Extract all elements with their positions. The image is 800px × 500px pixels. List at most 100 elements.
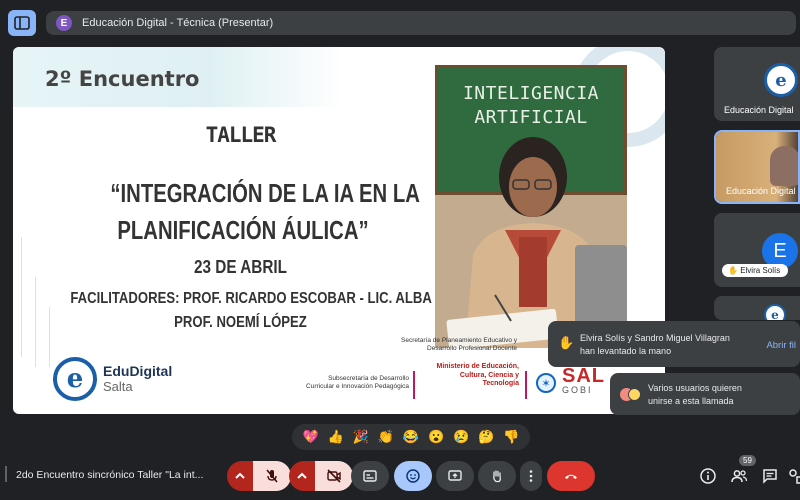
mic-off-icon — [266, 469, 278, 483]
meet-window: E Educación Digital - Técnica (Presentar… — [0, 0, 800, 500]
edudigital-logo: e EduDigital Salta — [53, 357, 172, 401]
reaction-laugh[interactable]: 😂 — [401, 427, 421, 447]
participant-tile[interactable]: E ✋ Elvira Solís — [714, 213, 800, 287]
participants-count-badge: 59 — [739, 455, 756, 466]
camera-options-button[interactable] — [289, 461, 315, 491]
participant-name-pill: ✋ Elvira Solís — [722, 264, 789, 277]
edudigital-logo-city: Salta — [103, 379, 133, 394]
raise-hand-button[interactable] — [478, 461, 516, 491]
top-bar: E Educación Digital - Técnica (Presentar… — [0, 0, 800, 44]
presenter-avatar: E — [56, 15, 72, 31]
requester-avatars — [620, 385, 642, 403]
join-requests-line: Varios usuarios quieren — [648, 383, 742, 393]
reaction-heart[interactable]: 💖 — [301, 427, 321, 447]
slide-facilitators: FACILITADORES: PROF. RICARDO ESCOBAR - L… — [70, 287, 483, 335]
participant-name: Educación Digital — [724, 105, 794, 115]
reaction-thinking[interactable]: 🤔 — [476, 427, 496, 447]
reaction-party[interactable]: 🎉 — [351, 427, 371, 447]
credit-ministerio: Ministerio de Educación, Cultura, Cienci… — [436, 363, 519, 387]
chevron-up-icon — [235, 472, 245, 479]
present-icon — [448, 470, 462, 481]
slide-encuentro-label: 2º Encuentro — [45, 67, 200, 91]
slide-title: “INTEGRACIÓN DE LA IA EN LA PLANIFICACIÓ… — [110, 175, 420, 249]
chalkboard-text: INTELIGENCIA ARTIFICIAL — [438, 82, 624, 130]
reaction-thumbs-up[interactable]: 👍 — [326, 427, 346, 447]
people-icon — [731, 470, 748, 483]
meeting-title: 2do Encuentro sincrónico Taller "La int.… — [16, 469, 204, 481]
decorative-line — [35, 277, 36, 367]
captions-icon — [363, 470, 377, 482]
mic-options-button[interactable] — [227, 461, 253, 491]
raised-hands-text: Elvira Solís y Sandro Miguel Villagran h… — [580, 332, 760, 358]
edudigital-logo-mark: e — [53, 357, 97, 401]
credit-separator — [413, 371, 415, 399]
activities-button[interactable] — [786, 466, 800, 486]
facilitators-line: FACILITADORES: PROF. RICARDO ESCOBAR - L… — [70, 290, 483, 307]
mic-toggle-button[interactable] — [253, 461, 291, 491]
reaction-sad[interactable]: 😢 — [451, 427, 471, 447]
more-options-button[interactable] — [520, 461, 542, 491]
reactions-button[interactable] — [394, 461, 432, 491]
salta-logo-text: SAL GOBI — [562, 365, 605, 397]
camera-toggle-button[interactable] — [315, 461, 353, 491]
participant-tile-active[interactable]: Educación Digital — [714, 130, 800, 204]
hang-up-icon — [565, 474, 577, 479]
emoji-icon — [406, 469, 420, 483]
teacher-illustration — [446, 137, 627, 348]
reaction-clap[interactable]: 👏 — [376, 427, 396, 447]
people-button[interactable] — [729, 466, 749, 486]
presenter-banner[interactable]: E Educación Digital - Técnica (Presentar… — [46, 11, 796, 35]
open-queue-link[interactable]: Abrir fil — [766, 340, 796, 351]
more-vertical-icon — [529, 470, 533, 482]
raised-hand-icon: ✋ — [728, 266, 741, 275]
decorative-line — [49, 307, 50, 367]
reaction-surprised[interactable]: 😮 — [426, 427, 446, 447]
present-screen-button[interactable] — [436, 461, 474, 491]
salta-emblem-icon: ✶ — [536, 373, 556, 393]
salta-logo-name: SAL — [562, 365, 605, 387]
join-requests-line: unirse a esta llamada — [648, 396, 734, 406]
chalkboard-line: INTELIGENCIA — [462, 83, 600, 104]
credit-secretaria: Secretaría de Planeamiento Educativo y D… — [401, 337, 517, 352]
slide-title-line: “INTEGRACIÓN DE LA IA EN LA — [110, 178, 420, 208]
slide-taller-label: TALLER — [205, 123, 277, 147]
participant-tile[interactable]: e — [714, 296, 800, 320]
join-requests-text: Varios usuarios quieren unirse a esta ll… — [648, 382, 742, 408]
decorative-line — [21, 237, 22, 357]
leave-call-button[interactable] — [547, 461, 595, 491]
reaction-thumbs-down[interactable]: 👎 — [501, 427, 521, 447]
participant-tile[interactable]: e Educación Digital — [714, 47, 800, 121]
info-icon — [700, 468, 716, 484]
chevron-up-icon — [297, 472, 307, 479]
slide-title-line: PLANIFICACIÓN ÁULICA” — [117, 215, 369, 245]
participant-video-person — [770, 146, 798, 186]
edudigital-avatar-icon: e — [764, 304, 786, 320]
edudigital-logo-text: EduDigital Salta — [103, 363, 173, 395]
sidebar-toggle-button[interactable] — [8, 10, 36, 36]
slide-date: 23 DE ABRIL — [194, 257, 287, 277]
shapes-icon — [789, 469, 800, 484]
hand-icon — [493, 470, 501, 483]
raised-hands-line: Elvira Solís y Sandro Miguel Villagran — [580, 333, 730, 343]
edudigital-logo-name: EduDigital — [103, 363, 173, 379]
chat-icon — [763, 469, 777, 484]
join-requests-notification[interactable]: Varios usuarios quieren unirse a esta ll… — [610, 373, 800, 415]
participant-name: Educación Digital — [726, 186, 796, 196]
credit-separator — [525, 371, 527, 399]
camera-off-icon — [327, 469, 341, 483]
meeting-info-button[interactable] — [698, 466, 718, 486]
slide-photo: INTELIGENCIA ARTIFICIAL — [435, 65, 627, 348]
captions-button[interactable] — [351, 461, 389, 491]
salta-government-logo: ✶ SAL GOBI — [536, 365, 605, 397]
meeting-info-separator — [5, 466, 7, 482]
participant-name: Elvira Solís — [740, 266, 781, 275]
presenter-title: Educación Digital - Técnica (Presentar) — [82, 17, 274, 29]
reactions-bar: 💖 👍 🎉 👏 😂 😮 😢 🤔 👎 — [292, 424, 530, 450]
facilitators-line: PROF. NOEMÍ LÓPEZ — [174, 314, 307, 331]
raised-hand-icon: ✋ — [558, 335, 575, 350]
raised-hands-line: han levantado la mano — [580, 346, 672, 356]
raised-hands-notification[interactable]: ✋ Elvira Solís y Sandro Miguel Villagran… — [548, 321, 800, 367]
credit-subsecretaria: Subsecretaría de Desarrollo Curricular e… — [306, 375, 409, 390]
chat-button[interactable] — [760, 466, 780, 486]
panel-icon — [14, 16, 30, 30]
